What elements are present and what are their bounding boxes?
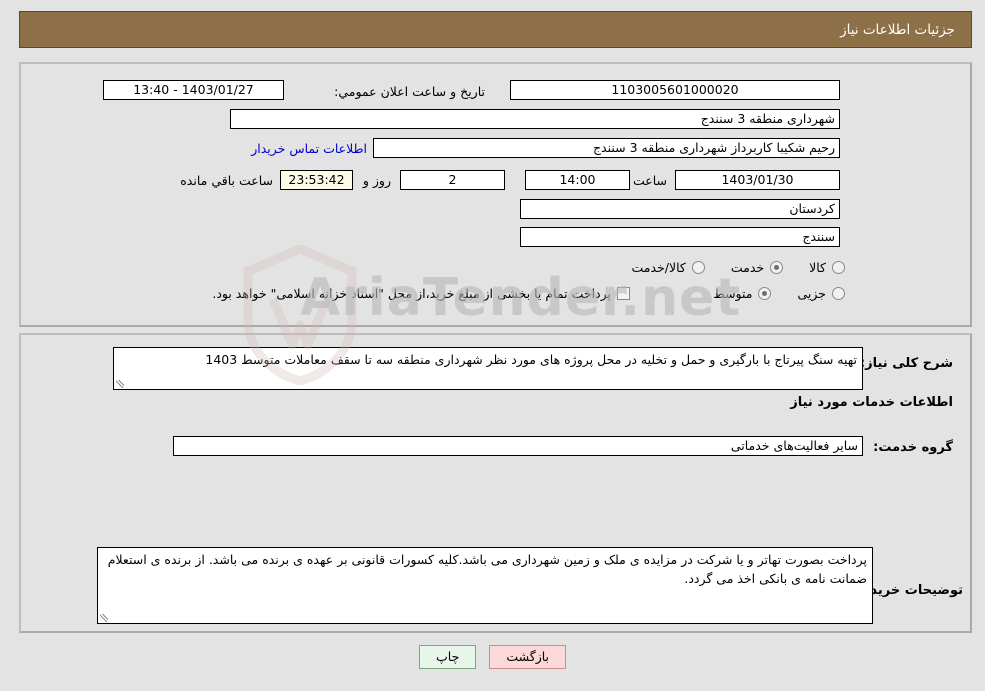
need-description-textarea[interactable]: تهیه سنگ پیرتاج با بارگیری و حمل و تخلیه…: [113, 347, 863, 390]
process-option-label: متوسط: [713, 286, 753, 301]
service-group-field[interactable]: سایر فعالیت‌های خدماتی: [173, 436, 863, 456]
treasury-checkbox-row[interactable]: پرداخت تمام یا بخشی از مبلغ خرید،از محل …: [212, 286, 630, 301]
label-days-and: روز و: [362, 173, 391, 188]
action-button-bar: بازگشت چاپ: [0, 645, 985, 669]
process-type-radio-group[interactable]: جزیی متوسط: [687, 286, 845, 301]
category-option-label: کالا: [809, 260, 826, 275]
radio-icon[interactable]: [770, 261, 784, 274]
creator-field[interactable]: رحیم شکیبا کاربرداز شهرداری منطقه 3 سنند…: [373, 138, 840, 158]
need-number-field[interactable]: 1103005601000020: [510, 80, 840, 100]
buyer-notes-textarea[interactable]: پرداخت بصورت تهاتر و یا شرکت در مزایده ی…: [97, 547, 873, 624]
category-radio-group[interactable]: کالا خدمت کالا/خدمت: [605, 260, 845, 275]
page-title: جزئیات اطلاعات نیاز: [840, 21, 955, 38]
process-option-1[interactable]: متوسط: [713, 286, 772, 301]
label-service-group: گروه خدمت:: [873, 440, 953, 455]
treasury-checkbox-label: پرداخت تمام یا بخشی از مبلغ خرید،از محل …: [212, 286, 611, 301]
buyer-contact-link[interactable]: اطلاعات تماس خریدار: [251, 141, 367, 156]
checkbox-icon[interactable]: [617, 287, 630, 300]
deadline-hour-field[interactable]: 14:00: [525, 170, 630, 190]
page-root: AriaTender.net جزئیات اطلاعات نیاز شماره…: [0, 0, 985, 691]
countdown-timer-field: 23:53:42: [280, 170, 353, 190]
label-hours-remaining: ساعت باقي مانده: [180, 173, 273, 188]
radio-icon[interactable]: [691, 261, 705, 274]
treasury-checkbox-option[interactable]: پرداخت تمام یا بخشی از مبلغ خرید،از محل …: [212, 286, 630, 301]
category-option-label: کالا/خدمت: [631, 260, 686, 275]
print-button[interactable]: چاپ: [419, 645, 477, 669]
category-option-label: خدمت: [730, 260, 765, 275]
radio-icon[interactable]: [758, 287, 772, 300]
days-remaining-field[interactable]: 2: [400, 170, 505, 190]
radio-icon[interactable]: [832, 261, 845, 274]
buyer-org-field[interactable]: شهرداری منطقه 3 سنندج: [230, 109, 840, 129]
process-option-0[interactable]: جزیی: [797, 286, 845, 301]
label-need-description: شرح کلی نیاز:: [859, 356, 953, 371]
category-option-0[interactable]: کالا: [809, 260, 845, 275]
category-option-1[interactable]: خدمت: [730, 260, 784, 275]
label-announce-datetime: تاریخ و ساعت اعلان عمومي:: [334, 84, 485, 99]
radio-icon[interactable]: [832, 287, 845, 300]
city-field[interactable]: سنندج: [520, 227, 840, 247]
window-title-bar: جزئیات اطلاعات نیاز: [19, 11, 972, 48]
process-option-label: جزیی: [797, 286, 826, 301]
back-button[interactable]: بازگشت: [489, 645, 567, 669]
announce-datetime-field[interactable]: 1403/01/27 - 13:40: [103, 80, 284, 100]
services-section-title: اطلاعات خدمات مورد نیاز: [790, 395, 953, 410]
category-option-2[interactable]: کالا/خدمت: [631, 260, 705, 275]
deadline-date-field[interactable]: 1403/01/30: [675, 170, 840, 190]
label-hour: ساعت: [632, 173, 667, 188]
province-field[interactable]: کردستان: [520, 199, 840, 219]
